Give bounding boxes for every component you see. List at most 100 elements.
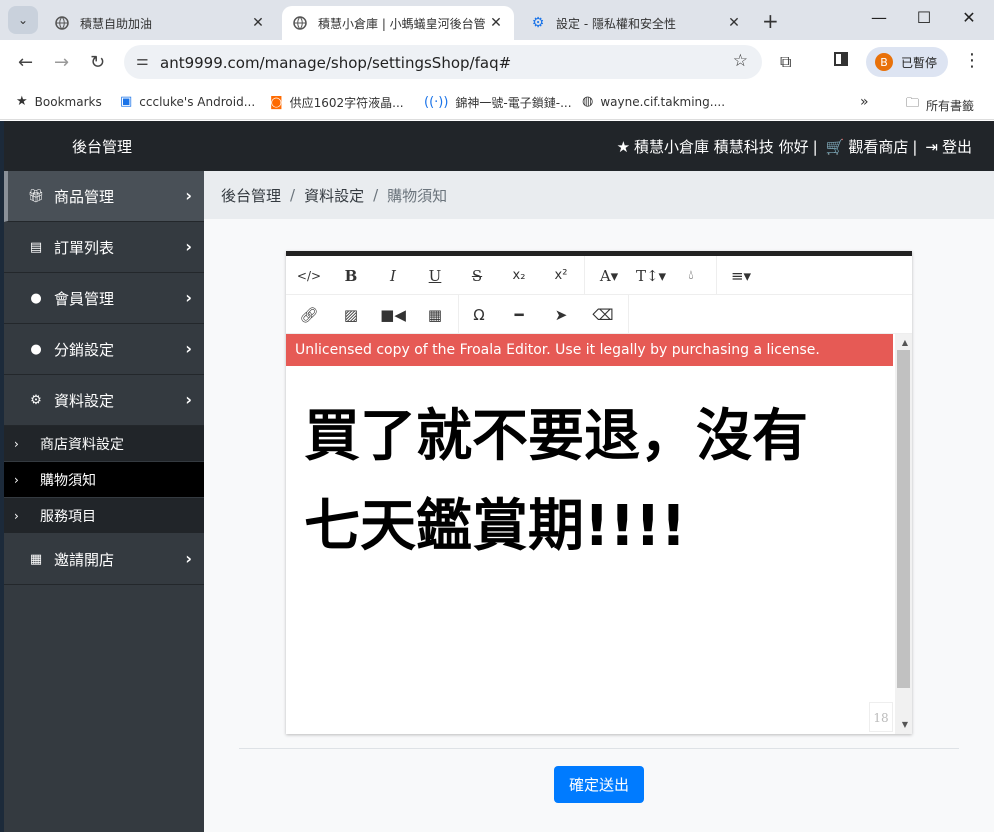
editor-toolbar-row-2: 🔗︎ ▨ ■◀ ▦ Ω ━ ➤ ⌫ (286, 295, 912, 334)
gift-icon: 🎁︎ (27, 188, 45, 204)
new-tab-button[interactable]: + (762, 9, 779, 33)
special-characters-icon[interactable]: Ω (460, 302, 498, 328)
sidebar-item-orders[interactable]: ▤ 訂單列表 › (4, 222, 204, 273)
header-right: ★ 積慧小倉庫 積慧科技 你好 | 🛒 觀看商店 | ⇥ 登出 (613, 136, 972, 157)
side-panel-icon[interactable] (834, 52, 848, 66)
bookmark-star-icon[interactable]: ☆ (733, 51, 748, 71)
sidebar: 🎁︎ 商品管理 › ▤ 訂單列表 › ● 會員管理 › ● 分銷設定 › ⚙ 資… (4, 171, 204, 832)
subscript-icon[interactable]: x₂ (500, 263, 538, 289)
chevron-right-icon: › (14, 508, 19, 523)
tab-search-button[interactable]: ⌄ (8, 6, 38, 34)
content-line: 買了就不要退，沒有 (304, 404, 808, 469)
divider (239, 748, 959, 749)
sidebar-subitem-shop-info[interactable]: › 商店資料設定 (4, 426, 204, 462)
more-bookmarks-icon[interactable]: » (860, 94, 869, 110)
breadcrumb-divider: / (373, 186, 379, 204)
image-icon[interactable]: ▨ (332, 302, 370, 328)
extensions-icon[interactable]: ⧉ (780, 52, 791, 72)
sidebar-subitem-services[interactable]: › 服務項目 (4, 498, 204, 534)
italic-icon[interactable]: I (374, 263, 412, 289)
sidebar-subitem-shopping-notice[interactable]: › 購物須知 (4, 462, 204, 498)
chevron-right-icon: › (185, 549, 192, 568)
clear-formatting-icon[interactable]: ⌫ (584, 302, 622, 328)
back-arrow-icon[interactable]: ← (18, 52, 33, 73)
underline-icon[interactable]: U (416, 263, 454, 289)
sidebar-item-label: 訂單列表 (54, 238, 115, 257)
sidebar-item-members[interactable]: ● 會員管理 › (4, 273, 204, 324)
breadcrumb-item[interactable]: 後台管理 (221, 185, 281, 206)
cart-icon: 🛒 (825, 137, 845, 156)
select-all-icon[interactable]: ➤ (542, 302, 580, 328)
greeting-text: 積慧小倉庫 積慧科技 你好 (634, 138, 809, 156)
sidebar-item-products[interactable]: 🎁︎ 商品管理 › (4, 171, 204, 222)
alibaba-icon: ◙ (270, 95, 283, 110)
site-settings-icon[interactable]: ⚌ (136, 53, 149, 69)
reload-icon[interactable]: ↻ (90, 52, 105, 73)
close-icon[interactable]: ✕ (488, 15, 504, 31)
chevron-right-icon: › (185, 339, 192, 358)
gear-icon: ⚙ (30, 392, 42, 408)
superscript-icon[interactable]: x² (542, 263, 580, 289)
scroll-up-icon[interactable]: ▲ (902, 338, 908, 347)
code-view-icon[interactable]: </> (290, 263, 328, 289)
logout-link[interactable]: 登出 (942, 136, 972, 157)
bookmark-item[interactable]: ((·)) 錦神一號-電子鎖鏈-... (424, 94, 572, 111)
table-icon[interactable]: ▦ (416, 302, 454, 328)
user-icon: ● (30, 341, 42, 357)
qrcode-icon: ▦ (29, 551, 43, 567)
tab-2[interactable]: 積慧小倉庫 | 小螞蟻皇河後台管 ✕ (282, 6, 514, 40)
bold-icon[interactable]: B (332, 263, 370, 289)
horizontal-line-icon[interactable]: ━ (500, 302, 538, 328)
breadcrumb-item[interactable]: 資料設定 (304, 185, 364, 206)
sidebar-item-distribution[interactable]: ● 分銷設定 › (4, 324, 204, 375)
breadcrumb-divider: / (290, 186, 296, 204)
bookmark-item[interactable]: ◍ wayne.cif.takming.... (582, 94, 725, 109)
submit-button[interactable]: 確定送出 (554, 766, 644, 803)
divider: | (812, 137, 818, 156)
video-icon[interactable]: ■◀ (374, 302, 412, 328)
window-close-button[interactable]: ✕ (946, 8, 992, 27)
bookmark-item[interactable]: ▣ cccluke's Android... (120, 94, 255, 109)
maximize-button[interactable]: ☐ (901, 8, 947, 27)
globe-icon (54, 15, 70, 31)
sidebar-item-label: 商品管理 (54, 187, 115, 206)
view-shop-link[interactable]: 觀看商店 (848, 136, 908, 157)
close-icon[interactable]: ✕ (726, 15, 742, 31)
chevron-right-icon: › (185, 237, 192, 256)
sidebar-item-invite[interactable]: ▦ 邀請開店 › (4, 534, 204, 585)
folder-icon: 🗀 (906, 96, 920, 111)
tab-3[interactable]: ⚙ 設定 - 隱私權和安全性 ✕ (520, 6, 752, 40)
star-icon: ★ (616, 137, 631, 156)
bookmark-item[interactable]: ◙ 供应1602字符液晶... (270, 94, 404, 111)
tab-title: 設定 - 隱私權和安全性 (556, 16, 676, 31)
toolbar-divider (584, 256, 585, 295)
user-icon: ● (30, 290, 42, 306)
url-text: ant9999.com/manage/shop/settingsShop/faq… (160, 54, 512, 72)
divider: | (912, 137, 918, 156)
strikethrough-icon[interactable]: S (458, 263, 496, 289)
profile-button[interactable]: B 已暫停 (866, 47, 948, 77)
brand-title[interactable]: 後台管理 (72, 136, 132, 157)
scroll-down-icon[interactable]: ▼ (902, 720, 908, 729)
text-color-icon[interactable]: 💧︎ (672, 263, 710, 289)
font-family-icon[interactable]: A▾ (590, 263, 628, 289)
sidebar-subitem-label: 購物須知 (40, 472, 96, 489)
forward-arrow-icon[interactable]: → (54, 52, 69, 73)
address-bar[interactable]: ⚌ ant9999.com/manage/shop/settingsShop/f… (124, 45, 762, 79)
font-size-icon[interactable]: T↕▾ (632, 263, 670, 289)
tab-1[interactable]: 積慧自助加油 ✕ (44, 6, 276, 40)
breadcrumb-current: 購物須知 (387, 186, 448, 205)
chevron-right-icon: › (185, 288, 192, 307)
sidebar-item-data-settings[interactable]: ⚙ 資料設定 › (4, 375, 204, 426)
profile-status: 已暫停 (901, 55, 938, 70)
link-icon[interactable]: 🔗︎ (290, 302, 328, 328)
editor-content[interactable]: 買了就不要退，沒有 七天鑑賞期!!!! (304, 392, 884, 572)
all-bookmarks[interactable]: 🗀 所有書籤 (906, 94, 974, 116)
scrollbar-thumb[interactable] (897, 350, 910, 688)
close-icon[interactable]: ✕ (250, 15, 266, 31)
align-icon[interactable]: ≡▾ (722, 263, 760, 289)
browser-tab-bar: ⌄ 積慧自助加油 ✕ 積慧小倉庫 | 小螞蟻皇河後台管 ✕ ⚙ 設定 - 隱私權… (0, 0, 994, 40)
more-menu-icon[interactable]: ⋮ (963, 50, 981, 71)
bookmark-item[interactable]: ★ Bookmarks (16, 94, 102, 109)
minimize-button[interactable]: — (856, 8, 902, 27)
